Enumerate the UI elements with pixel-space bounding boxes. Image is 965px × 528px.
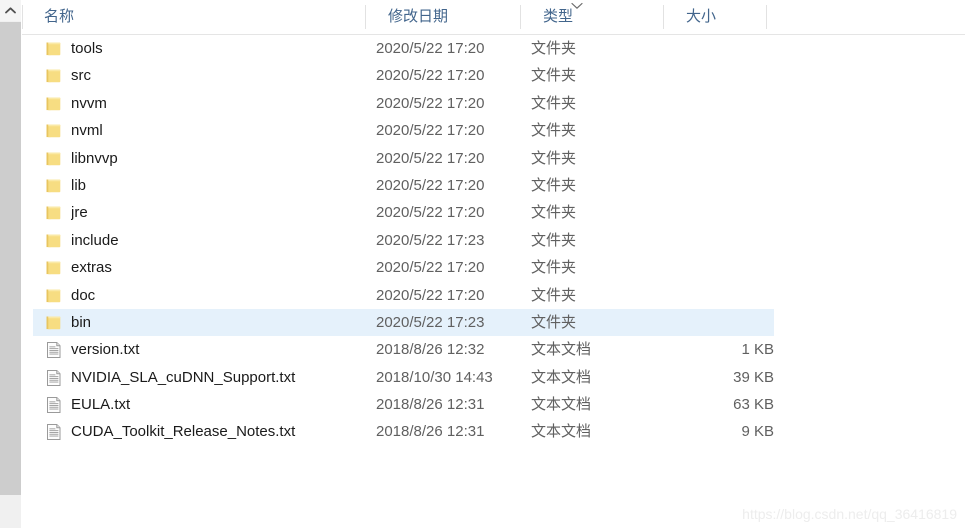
folder-icon — [44, 286, 64, 306]
scrollbar-thumb[interactable] — [0, 22, 21, 495]
column-divider[interactable] — [365, 5, 366, 29]
column-header-end — [766, 0, 767, 34]
text-file-icon — [44, 368, 64, 388]
file-size: 1 KB — [741, 341, 774, 359]
column-header-name[interactable]: 名称 — [22, 0, 365, 34]
file-size — [633, 199, 774, 226]
file-date-modified: 2020/5/22 17:23 — [376, 313, 485, 331]
file-name: EULA.txt — [71, 396, 131, 414]
file-date-modified: 2018/8/26 12:32 — [376, 341, 485, 359]
file-date-modified: 2018/8/26 12:31 — [376, 423, 485, 441]
file-date-modified: 2020/5/22 17:20 — [376, 94, 485, 112]
table-row[interactable]: version.txt 2018/8/26 12:32 文本文档 1 KB — [33, 336, 774, 363]
table-row[interactable]: tools 2020/5/22 17:20 文件夹 — [33, 35, 774, 62]
file-date-modified: 2020/5/22 17:20 — [376, 67, 485, 85]
scroll-up-button[interactable] — [0, 0, 21, 21]
table-row[interactable]: NVIDIA_SLA_cuDNN_Support.txt 2018/10/30 1… — [33, 364, 774, 391]
table-row[interactable]: nvml 2020/5/22 17:20 文件夹 — [33, 117, 774, 144]
chevron-up-icon — [5, 7, 16, 14]
file-date-modified: 2020/5/22 17:23 — [376, 231, 485, 249]
file-date-modified: 2020/5/22 17:20 — [376, 176, 485, 194]
vertical-scrollbar[interactable] — [0, 0, 22, 528]
file-list-area: 名称 修改日期 类型 大小 tools 2020/5/22 17:20 文件夹 … — [22, 0, 965, 528]
file-name: CUDA_Toolkit_Release_Notes.txt — [71, 423, 296, 441]
folder-icon — [44, 313, 64, 333]
table-row[interactable]: extras 2020/5/22 17:20 文件夹 — [33, 254, 774, 281]
file-date-modified: 2018/8/26 12:31 — [376, 396, 485, 414]
file-name: src — [71, 67, 91, 85]
table-row[interactable]: nvvm 2020/5/22 17:20 文件夹 — [33, 90, 774, 117]
folder-icon — [44, 149, 64, 169]
table-row[interactable]: CUDA_Toolkit_Release_Notes.txt 2018/8/26 … — [33, 418, 774, 445]
file-name: libnvvp — [71, 149, 118, 167]
file-name: include — [71, 231, 119, 249]
file-size — [633, 62, 774, 89]
folder-icon — [44, 94, 64, 114]
file-name: lib — [71, 176, 87, 194]
file-explorer-window: 名称 修改日期 类型 大小 tools 2020/5/22 17:20 文件夹 … — [0, 0, 965, 528]
file-name: extras — [71, 259, 112, 277]
text-file-icon — [44, 340, 64, 360]
folder-icon — [44, 121, 64, 141]
table-row[interactable]: src 2020/5/22 17:20 文件夹 — [33, 62, 774, 89]
file-size: 63 KB — [733, 396, 774, 414]
table-row[interactable]: include 2020/5/22 17:23 文件夹 — [33, 227, 774, 254]
table-row[interactable]: libnvvp 2020/5/22 17:20 文件夹 — [33, 145, 774, 172]
column-divider[interactable] — [22, 5, 23, 29]
column-divider[interactable] — [520, 5, 521, 29]
file-size — [633, 309, 774, 336]
column-header-size-label: 大小 — [686, 8, 717, 25]
column-header-row: 名称 修改日期 类型 大小 — [22, 0, 965, 35]
file-size: 39 KB — [733, 368, 774, 386]
column-header-date-modified-label: 修改日期 — [388, 8, 449, 25]
file-date-modified: 2020/5/22 17:20 — [376, 286, 485, 304]
column-divider[interactable] — [766, 5, 767, 29]
column-header-type[interactable]: 类型 — [520, 0, 663, 34]
file-size — [633, 227, 774, 254]
folder-icon — [44, 176, 64, 196]
text-file-icon — [44, 395, 64, 415]
table-row[interactable]: doc 2020/5/22 17:20 文件夹 — [33, 282, 774, 309]
file-date-modified: 2020/5/22 17:20 — [376, 149, 485, 167]
file-date-modified: 2020/5/22 17:20 — [376, 40, 485, 57]
file-size — [633, 117, 774, 144]
file-name: bin — [71, 313, 92, 331]
column-divider[interactable] — [663, 5, 664, 29]
folder-icon — [44, 258, 64, 278]
file-size — [633, 145, 774, 172]
folder-icon — [44, 203, 64, 223]
file-size — [633, 282, 774, 309]
file-date-modified: 2018/10/30 14:43 — [376, 368, 493, 386]
column-header-name-label: 名称 — [44, 8, 75, 25]
folder-icon — [44, 39, 64, 59]
file-rows: tools 2020/5/22 17:20 文件夹 src 2020/5/22 17:2… — [22, 35, 965, 528]
table-row[interactable]: EULA.txt 2018/8/26 12:31 文本文档 63 KB — [33, 391, 774, 418]
chevron-down-icon — [568, 1, 586, 11]
text-file-icon — [44, 422, 64, 442]
file-date-modified: 2020/5/22 17:20 — [376, 259, 485, 277]
folder-icon — [44, 231, 64, 251]
file-date-modified: 2020/5/22 17:20 — [376, 122, 485, 140]
file-size — [633, 35, 774, 62]
column-header-size[interactable]: 大小 — [663, 0, 766, 34]
file-date-modified: 2020/5/22 17:20 — [376, 204, 485, 222]
file-name: jre — [71, 204, 88, 222]
file-size — [633, 90, 774, 117]
file-size: 9 KB — [741, 423, 774, 441]
column-header-date-modified[interactable]: 修改日期 — [365, 0, 520, 34]
file-name: nvml — [71, 122, 103, 140]
file-name: version.txt — [71, 341, 140, 359]
table-row[interactable]: bin 2020/5/22 17:23 文件夹 — [33, 308, 774, 337]
watermark: https://blog.csdn.net/qq_36416819 — [742, 506, 957, 522]
file-size — [633, 254, 774, 281]
file-name: tools — [71, 40, 103, 57]
table-row[interactable]: lib 2020/5/22 17:20 文件夹 — [33, 172, 774, 199]
file-size — [633, 172, 774, 199]
file-name: NVIDIA_SLA_cuDNN_Support.txt — [71, 368, 296, 386]
file-name: nvvm — [71, 94, 107, 112]
table-row[interactable]: jre 2020/5/22 17:20 文件夹 — [33, 199, 774, 226]
file-name: doc — [71, 286, 96, 304]
folder-icon — [44, 66, 64, 86]
